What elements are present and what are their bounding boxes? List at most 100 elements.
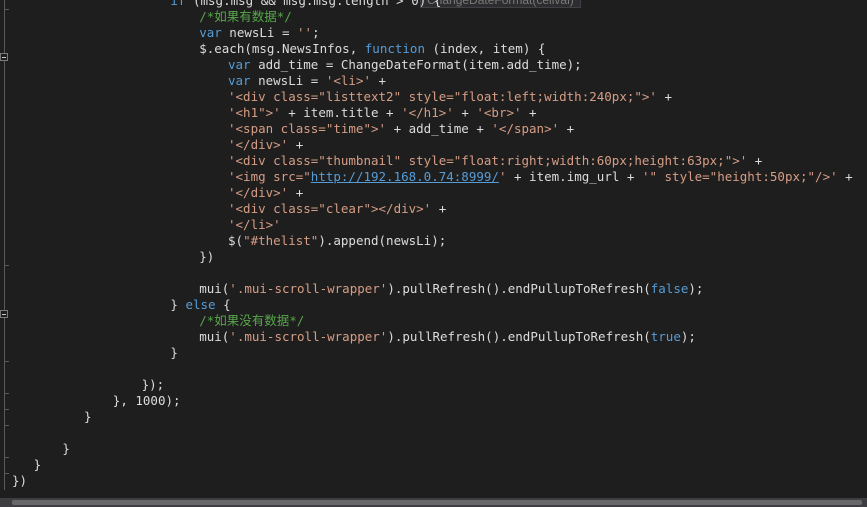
code-token: });: [141, 377, 165, 392]
code-token: {: [215, 297, 231, 312]
code-token: +: [288, 137, 304, 152]
code-line[interactable]: $.each(msg.NewsInfos, function (index, i…: [199, 41, 545, 57]
code-line[interactable]: '</li>': [228, 217, 281, 233]
code-token: (index, item) {: [424, 41, 546, 56]
code-token: );: [680, 329, 696, 344]
code-token: +: [288, 185, 304, 200]
horizontal-scrollbar[interactable]: [0, 498, 867, 507]
fold-end-tick: [4, 393, 9, 394]
fold-end-tick: [4, 457, 9, 458]
code-editor[interactable]: ChangeDateFormat(cellval) if (msg.msg &&…: [0, 0, 867, 507]
string-token: '<div class="thumbnail" style="float:rig…: [228, 153, 748, 168]
code-token: ;: [312, 25, 320, 40]
string-token: '</li>': [228, 217, 281, 232]
code-token: $(: [228, 233, 244, 248]
string-token: "#thelist": [243, 233, 319, 248]
code-line[interactable]: var add_time = ChangeDateFormat(item.add…: [228, 57, 582, 73]
code-line[interactable]: }: [34, 457, 42, 473]
fold-end-tick: [4, 9, 9, 10]
code-token: +: [656, 89, 673, 104]
code-line[interactable]: '</div>' +: [228, 137, 303, 153]
keyword-token: var: [228, 57, 251, 72]
string-token: '<div class="listtext2" style="float:lef…: [228, 89, 657, 104]
fold-end-tick: [4, 361, 9, 362]
code-token: +: [559, 121, 575, 136]
code-token: +: [747, 153, 763, 168]
code-token: +: [521, 105, 537, 120]
collapse-icon[interactable]: [0, 310, 8, 318]
code-token: + add_time +: [386, 121, 492, 136]
code-line[interactable]: '<div class="thumbnail" style="float:rig…: [228, 153, 762, 169]
string-token: '<h1">': [228, 105, 281, 120]
code-line[interactable]: }: [62, 441, 70, 457]
code-token: }: [170, 345, 178, 360]
collapse-icon[interactable]: [0, 53, 8, 61]
code-line[interactable]: '</div>' +: [228, 185, 303, 201]
code-token: }, 1000);: [112, 393, 181, 408]
code-token: }: [33, 457, 42, 472]
string-token: '</div>': [228, 137, 289, 152]
code-token: ).pullRefresh().endPullupToRefresh(: [387, 329, 651, 344]
string-token: '<img src=": [228, 169, 311, 184]
code-line[interactable]: $("#thelist").append(newsLi);: [228, 233, 446, 249]
code-line[interactable]: var newsLi = '<li>' +: [228, 73, 386, 89]
string-token: '<br>': [476, 105, 522, 120]
code-line[interactable]: '<h1">' + item.title + '</h1>' + '<br>' …: [228, 105, 537, 121]
string-token: '<span class="time">': [228, 121, 387, 136]
keyword-token: function: [364, 41, 425, 56]
code-line[interactable]: });: [142, 377, 165, 393]
url-link[interactable]: http://192.168.0.74:8999/: [311, 169, 499, 184]
keyword-token: var: [228, 73, 251, 88]
code-line[interactable]: '<img src="http://192.168.0.74:8999/' + …: [228, 169, 853, 185]
code-token: +: [431, 201, 447, 216]
code-token: (msg.msg && msg.msg.length > 0) {: [185, 0, 442, 8]
keyword-token: var: [199, 25, 222, 40]
comment-token: /*如果有数据*/: [199, 9, 292, 24]
code-line[interactable]: /*如果有数据*/: [199, 9, 292, 25]
code-line[interactable]: } else {: [170, 297, 230, 313]
fold-end-tick: [4, 473, 9, 474]
code-token: +: [371, 73, 387, 88]
string-token: '.mui-scroll-wrapper': [229, 281, 388, 296]
fold-end-tick: [4, 425, 9, 426]
code-token: }: [170, 297, 186, 312]
keyword-token: true: [650, 329, 681, 344]
code-token: +: [837, 169, 853, 184]
code-token: mui(: [199, 281, 230, 296]
string-token: '</span>': [491, 121, 560, 136]
keyword-token: false: [650, 281, 689, 296]
code-line[interactable]: '<div class="clear"></div>' +: [228, 201, 446, 217]
code-line[interactable]: }): [12, 473, 27, 489]
code-token: + item.img_url +: [506, 169, 642, 184]
code-token: add_time = ChangeDateFormat(item.add_tim…: [250, 57, 582, 72]
code-token: newsLi =: [221, 25, 298, 40]
code-token: }: [84, 409, 92, 424]
code-line[interactable]: if (msg.msg && msg.msg.length > 0) {: [170, 0, 441, 9]
code-line[interactable]: mui('.mui-scroll-wrapper').pullRefresh()…: [199, 281, 703, 297]
keyword-token: if: [170, 0, 186, 8]
code-line[interactable]: '<span class="time">' + add_time + '</sp…: [228, 121, 574, 137]
string-token: '.mui-scroll-wrapper': [229, 329, 388, 344]
fold-guide-line: [4, 0, 5, 490]
keyword-token: else: [185, 297, 216, 312]
string-token: '</h1>': [401, 105, 454, 120]
code-line[interactable]: var newsLi = '';: [199, 25, 319, 41]
code-line[interactable]: /*如果没有数据*/: [199, 313, 304, 329]
code-line[interactable]: }: [170, 345, 178, 361]
code-line[interactable]: }): [199, 249, 214, 265]
code-token: newsLi =: [250, 73, 326, 88]
string-token: '" style="height:50px;"/>': [641, 169, 838, 184]
comment-token: /*如果没有数据*/: [199, 313, 305, 328]
code-line[interactable]: '<div class="listtext2" style="float:lef…: [228, 89, 672, 105]
code-line[interactable]: }: [84, 409, 92, 425]
code-token: + item.title +: [280, 105, 402, 120]
code-token: $.each(msg.NewsInfos,: [199, 41, 365, 56]
code-line[interactable]: }, 1000);: [113, 393, 181, 409]
code-line[interactable]: mui('.mui-scroll-wrapper').pullRefresh()…: [199, 329, 696, 345]
code-area[interactable]: if (msg.msg && msg.msg.length > 0) {/*如果…: [12, 0, 867, 498]
fold-end-tick: [4, 409, 9, 410]
string-token: '</div>': [228, 185, 289, 200]
code-token: }): [199, 249, 215, 264]
scrollbar-thumb[interactable]: [12, 500, 862, 505]
code-token: +: [453, 105, 477, 120]
